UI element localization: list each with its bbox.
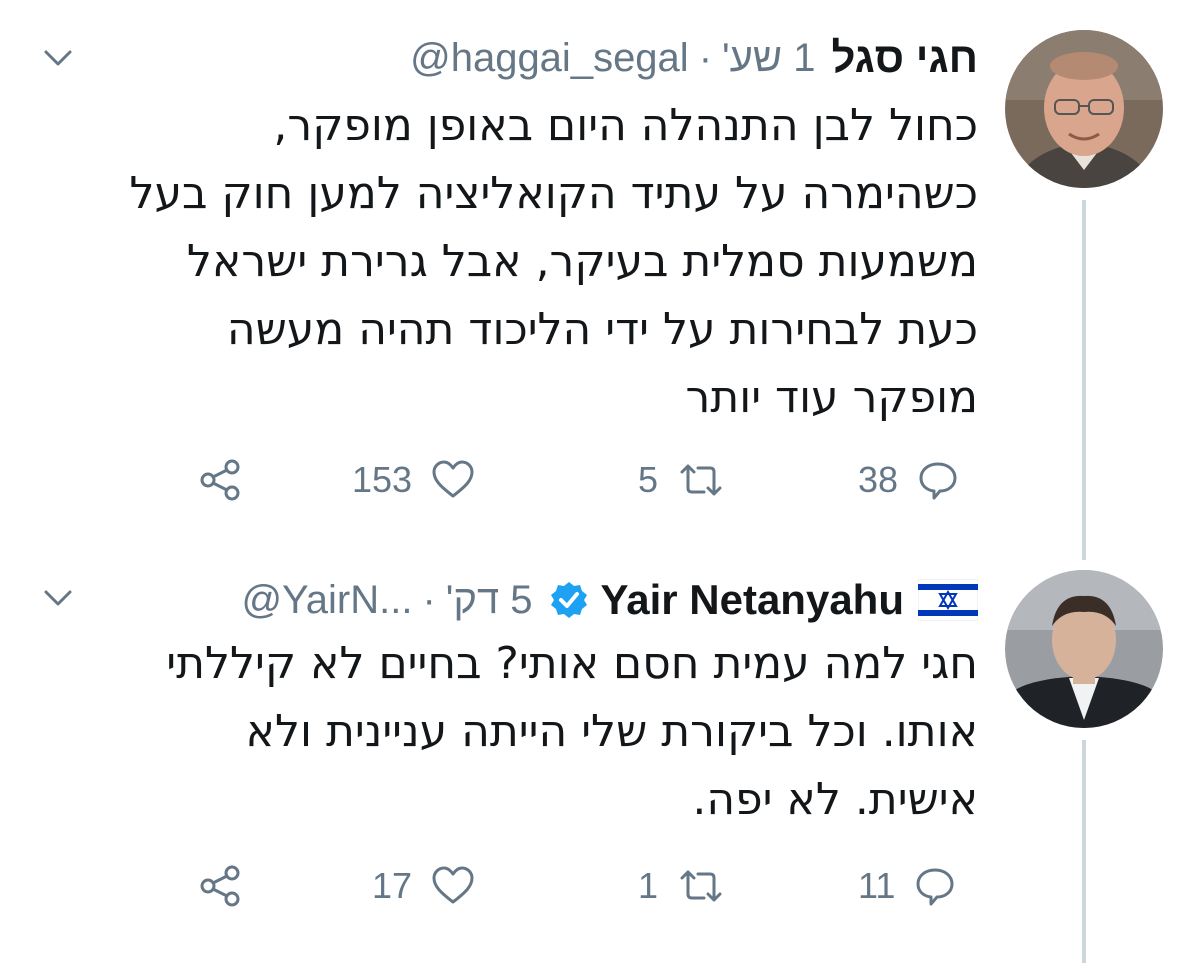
reply-icon	[913, 864, 957, 908]
tweet-text-line: חגי למה עמית חסם אותי? בחיים לא קיללתי	[166, 638, 978, 689]
author-name[interactable]: Yair Netanyahu	[601, 576, 904, 624]
chevron-down-icon[interactable]	[38, 38, 78, 78]
share-button[interactable]	[198, 450, 244, 510]
reply-button[interactable]: 38	[858, 450, 960, 510]
like-count: 153	[352, 459, 413, 500]
retweet-count: 5	[638, 459, 659, 500]
heart-icon	[430, 458, 476, 502]
tweet-text: חגי למה עמית חסם אותי? בחיים לא קיללתי א…	[48, 630, 978, 834]
tweet[interactable]: Yair Netanyahu @YairN... · 5 דק' חגי למה ע…	[0, 550, 1200, 963]
retweet-icon	[676, 458, 726, 502]
avatar[interactable]	[1005, 30, 1163, 188]
verified-badge-icon	[549, 580, 589, 620]
retweet-icon	[676, 864, 726, 908]
retweet-button[interactable]: 5	[638, 450, 726, 510]
retweet-count: 1	[638, 865, 659, 906]
tweet-time[interactable]: 5 דק'	[446, 578, 533, 622]
avatar[interactable]	[1005, 570, 1163, 728]
tweet-time[interactable]: 1 שע'	[722, 36, 815, 80]
tweet-actions: 11 1 17	[0, 856, 1200, 916]
author-handle[interactable]: @haggai_segal	[410, 36, 689, 80]
reply-count: 11	[858, 865, 896, 906]
tweet-text-line: משמעות סמלית בעיקר, אבל גרירת ישראל	[186, 236, 978, 287]
tweet-meta: @haggai_segal · 1 שע'	[410, 36, 815, 81]
like-button[interactable]: 17	[372, 856, 476, 916]
author-name[interactable]: חגי סגל	[832, 34, 979, 82]
tweet-text-line: אותו. וכל ביקורת שלי הייתה עניינית ולא	[245, 706, 978, 757]
meta-separator: ·	[698, 35, 713, 80]
tweet-header: Yair Netanyahu @YairN... · 5 דק'	[241, 570, 979, 630]
retweet-button[interactable]: 1	[638, 856, 726, 916]
tweet-text-line: כעת לבחירות על ידי הליכוד תהיה מעשה	[226, 304, 978, 355]
author-handle[interactable]: @YairN...	[241, 578, 412, 622]
tweet-text: כחול לבן התנהלה היום באופן מופקר, כשהימר…	[48, 92, 978, 432]
meta-separator: ·	[422, 577, 436, 622]
reply-icon	[916, 458, 960, 502]
reply-button[interactable]: 11	[858, 856, 957, 916]
share-icon	[198, 457, 244, 503]
reply-count: 38	[858, 459, 899, 500]
israel-flag-icon	[917, 578, 979, 622]
tweet-text-line: כחול לבן התנהלה היום באופן מופקר,	[273, 100, 978, 151]
tweet-actions: 38 5 153	[0, 450, 1200, 510]
tweet-meta: @YairN... · 5 דק'	[241, 578, 532, 623]
tweet[interactable]: חגי סגל @haggai_segal · 1 שע' כחול לבן התנ…	[0, 0, 1200, 540]
chevron-down-icon[interactable]	[38, 578, 78, 618]
tweet-text-line: מופקר עוד יותר	[685, 372, 978, 423]
share-button[interactable]	[198, 856, 244, 916]
like-count: 17	[372, 865, 413, 906]
like-button[interactable]: 153	[352, 450, 476, 510]
tweet-text-line: אישית. לא יפה.	[692, 774, 978, 825]
tweet-header: חגי סגל @haggai_segal · 1 שע'	[410, 28, 978, 88]
share-icon	[198, 863, 244, 909]
tweet-text-line: כשהימרה על עתיד הקואליציה למען חוק בעל	[129, 168, 978, 219]
heart-icon	[430, 864, 476, 908]
